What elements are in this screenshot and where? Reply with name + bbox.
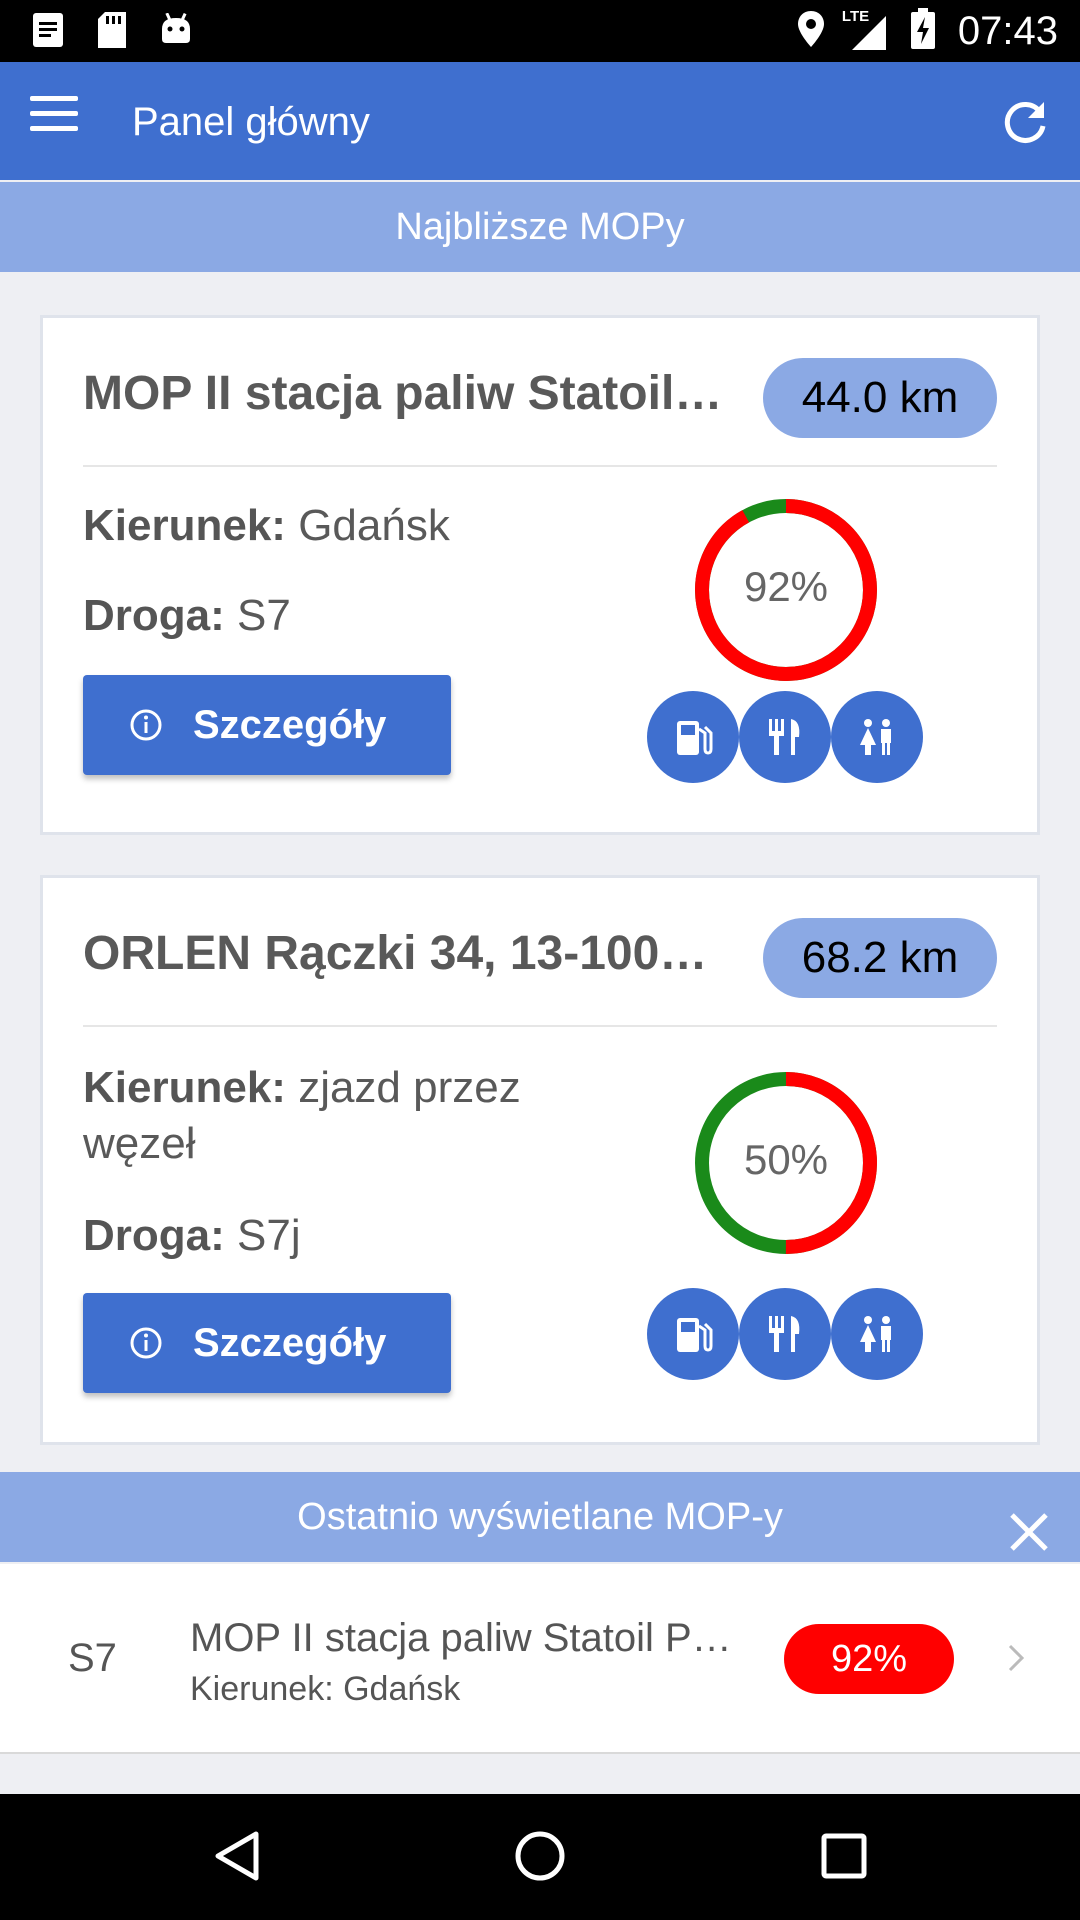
refresh-icon[interactable] [1000, 98, 1050, 148]
occupancy-label: 92% [743, 563, 829, 610]
road-value: S7 [237, 591, 291, 640]
clock: 07:43 [957, 9, 1058, 53]
battery-charging-icon [910, 8, 936, 55]
distance-badge: 44.0 km [763, 358, 997, 438]
mop-card: ORLEN Rączki 34, 13-100… 68.2 km Kierune… [40, 875, 1040, 1445]
recents-icon[interactable] [814, 1826, 874, 1886]
notes-icon [30, 10, 66, 50]
recent-header: Ostatnio wyświetlane MOP-y [0, 1472, 1080, 1562]
home-icon[interactable] [510, 1826, 570, 1886]
info-icon [130, 709, 162, 741]
restaurant-icon [739, 691, 831, 783]
restaurant-icon [739, 1288, 831, 1380]
road-line: Droga: S7 [83, 588, 583, 644]
chevron-right-icon [1008, 1644, 1025, 1672]
recent-header-label: Ostatnio wyświetlane MOP-y [297, 1496, 783, 1538]
mop-title: ORLEN Rączki 34, 13-100… [83, 927, 708, 980]
recent-name: MOP II stacja paliw Statoil P… [190, 1616, 732, 1660]
road-line: Droga: S7j [83, 1208, 583, 1264]
lte-signal-icon: LTE [842, 8, 888, 52]
direction-line: Kierunek: Gdańsk [83, 498, 583, 554]
divider [83, 465, 997, 467]
road-value: S7j [237, 1211, 301, 1260]
amenities [647, 691, 923, 783]
navigation-bar [0, 1794, 1080, 1920]
nearest-header: Najbliższe MOPy [0, 182, 1080, 272]
location-icon [796, 9, 826, 54]
close-icon[interactable] [1008, 1496, 1050, 1551]
direction-value: Gdańsk [298, 501, 450, 550]
road-label: Droga: [83, 591, 225, 640]
lte-label: LTE [841, 7, 870, 25]
recent-direction: Kierunek: Gdańsk [190, 1670, 461, 1708]
amenities [647, 1288, 923, 1380]
details-button[interactable]: Szczegóły [83, 1293, 451, 1393]
mop-card: MOP II stacja paliw Statoil… 44.0 km Kie… [40, 315, 1040, 835]
status-bar: LTE 07:43 [0, 0, 1080, 62]
recent-list-item[interactable]: S7 MOP II stacja paliw Statoil P… Kierun… [0, 1564, 1080, 1754]
mop-title: MOP II stacja paliw Statoil… [83, 367, 723, 420]
road-label: Droga: [83, 1211, 225, 1260]
distance-badge: 68.2 km [763, 918, 997, 998]
page-title: Panel główny [132, 100, 370, 144]
details-button[interactable]: Szczegóły [83, 675, 451, 775]
nearest-header-label: Najbliższe MOPy [395, 206, 685, 248]
recent-road: S7 [68, 1636, 117, 1680]
back-icon[interactable] [208, 1826, 268, 1886]
occupancy-label: 50% [743, 1136, 829, 1183]
sd-card-icon [94, 10, 130, 50]
details-button-label: Szczegóły [193, 702, 387, 747]
direction-line: Kierunek: zjazd przez węzeł [83, 1060, 553, 1172]
occupancy-badge: 92% [784, 1624, 954, 1694]
android-icon [158, 10, 194, 50]
divider [83, 1025, 997, 1027]
app-bar: Panel główny [0, 62, 1080, 180]
direction-label: Kierunek: [83, 501, 286, 550]
info-icon [130, 1327, 162, 1359]
toilet-icon [831, 691, 923, 783]
details-button-label: Szczegóły [193, 1320, 387, 1365]
toilet-icon [831, 1288, 923, 1380]
fuel-icon [647, 1288, 739, 1380]
direction-label: Kierunek: [83, 1063, 286, 1112]
fuel-icon [647, 691, 739, 783]
menu-icon[interactable] [30, 96, 84, 146]
